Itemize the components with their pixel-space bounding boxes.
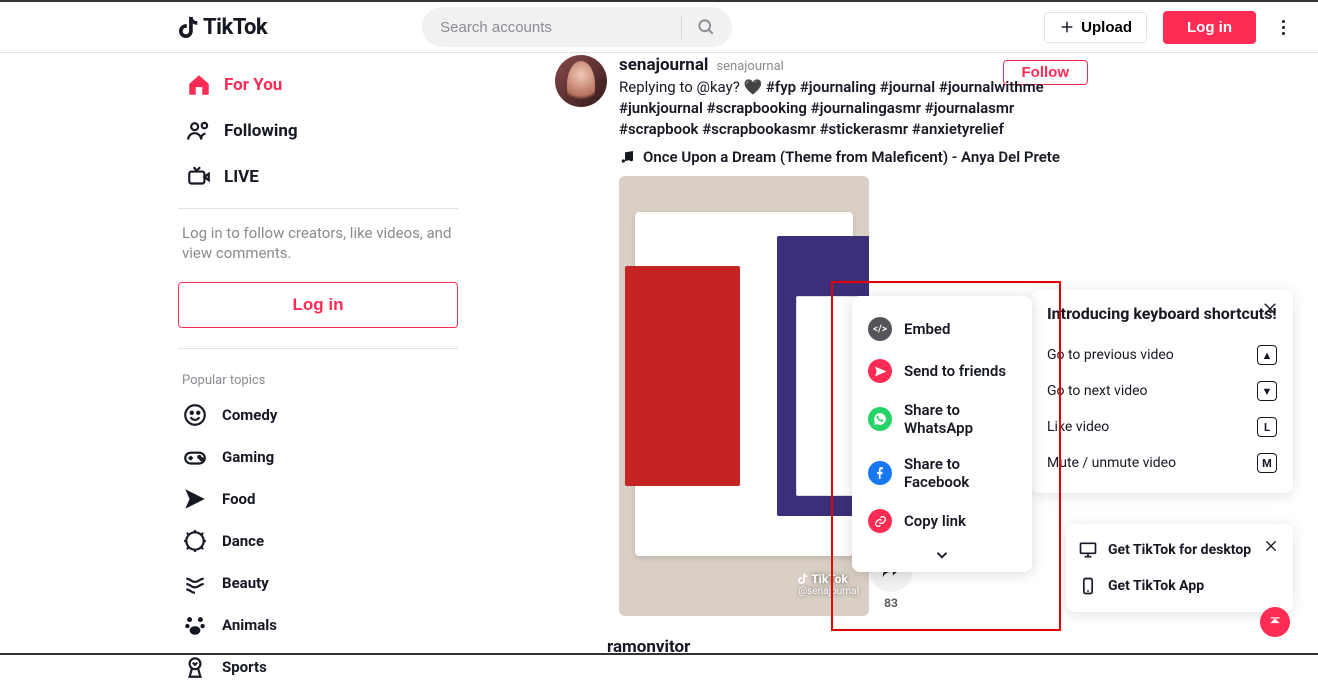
video-player[interactable]: TikTok @senajournal xyxy=(619,176,869,616)
topic-gaming[interactable]: Gaming xyxy=(178,436,458,478)
close-icon[interactable] xyxy=(1261,300,1281,320)
whatsapp-icon xyxy=(868,407,892,431)
author-display-name[interactable]: senajournal xyxy=(619,55,708,75)
topic-label: Beauty xyxy=(222,574,269,592)
topic-animals[interactable]: Animals xyxy=(178,604,458,646)
food-icon xyxy=(182,486,208,512)
share-label: Copy link xyxy=(904,512,966,530)
sidebar-login-button[interactable]: Log in xyxy=(178,282,458,328)
close-icon[interactable] xyxy=(1263,538,1281,556)
share-label: Embed xyxy=(904,320,950,338)
get-app[interactable]: Get TikTok App xyxy=(1078,568,1281,604)
topic-dance[interactable]: Dance xyxy=(178,520,458,562)
beauty-icon xyxy=(182,570,208,596)
topic-label: Gaming xyxy=(222,448,274,466)
topic-label: Comedy xyxy=(222,406,277,424)
sound-row[interactable]: Once Upon a Dream (Theme from Maleficent… xyxy=(619,148,1095,166)
get-desktop[interactable]: Get TikTok for desktop xyxy=(1078,532,1281,568)
topic-label: Animals xyxy=(222,616,277,634)
sound-title: Once Upon a Dream (Theme from Maleficent… xyxy=(643,148,1060,166)
embed-icon: </> xyxy=(868,317,892,341)
topic-sports[interactable]: Sports xyxy=(178,646,458,688)
share-count: 83 xyxy=(884,596,898,610)
comedy-icon xyxy=(182,402,208,428)
popular-topics-label: Popular topics xyxy=(178,373,458,388)
divider xyxy=(681,15,682,39)
following-icon xyxy=(186,118,212,144)
facebook-icon xyxy=(868,461,892,485)
upload-label: Upload xyxy=(1081,19,1132,36)
nav-label: For You xyxy=(224,75,282,95)
dl-label: Get TikTok App xyxy=(1108,578,1204,594)
topic-label: Food xyxy=(222,490,255,508)
topic-beauty[interactable]: Beauty xyxy=(178,562,458,604)
next-author-name[interactable]: ramonvitor xyxy=(607,637,690,657)
header-login-button[interactable]: Log in xyxy=(1163,11,1256,44)
topic-comedy[interactable]: Comedy xyxy=(178,394,458,436)
caption: Replying to @kay? 🖤 #fyp #journaling #jo… xyxy=(619,77,1095,140)
share-copy-link[interactable]: Copy link xyxy=(862,500,1022,542)
kb-prev: Go to previous video▲ xyxy=(1047,337,1277,373)
animals-icon xyxy=(182,612,208,638)
divider xyxy=(178,208,458,209)
share-embed[interactable]: </> Embed xyxy=(862,308,1022,350)
send-icon xyxy=(868,359,892,383)
brand-text: TikTok xyxy=(203,15,267,40)
header-actions: Upload Log in xyxy=(1044,11,1294,44)
key-down-icon: ▼ xyxy=(1257,381,1277,401)
key-m-icon: M xyxy=(1257,453,1277,473)
keyboard-shortcuts-card: Introducing keyboard shortcuts! Go to pr… xyxy=(1031,290,1293,493)
author-handle[interactable]: senajournal xyxy=(716,59,783,74)
caption-text: Replying to @kay? 🖤 xyxy=(619,78,766,96)
desktop-icon xyxy=(1078,540,1098,560)
music-icon xyxy=(619,149,635,165)
scroll-top-button[interactable] xyxy=(1260,607,1290,637)
search-input[interactable] xyxy=(440,19,677,36)
more-icon[interactable] xyxy=(1272,16,1294,38)
share-whatsapp[interactable]: Share to WhatsApp xyxy=(862,392,1022,446)
avatar[interactable] xyxy=(555,55,607,107)
search-bar[interactable] xyxy=(422,7,732,47)
tiktok-logo[interactable]: TikTok xyxy=(179,14,267,40)
kb-title: Introducing keyboard shortcuts! xyxy=(1047,304,1277,323)
nav-label: Following xyxy=(224,121,298,141)
share-more[interactable] xyxy=(862,542,1022,566)
live-icon xyxy=(186,164,212,190)
login-hint: Log in to follow creators, like videos, … xyxy=(178,223,458,264)
divider xyxy=(178,348,458,349)
link-icon xyxy=(868,509,892,533)
kb-next: Go to next video▼ xyxy=(1047,373,1277,409)
dl-label: Get TikTok for desktop xyxy=(1108,542,1251,558)
share-menu: </> Embed Send to friends Share to Whats… xyxy=(852,296,1032,572)
nav-live[interactable]: LIVE xyxy=(178,154,458,200)
dance-icon xyxy=(182,528,208,554)
sports-icon xyxy=(182,654,208,680)
kb-like: Like videoL xyxy=(1047,409,1277,445)
topic-food[interactable]: Food xyxy=(178,478,458,520)
sidebar: For You Following LIVE Log in to follow … xyxy=(178,56,458,646)
download-card: Get TikTok for desktop Get TikTok App xyxy=(1066,524,1293,612)
share-facebook[interactable]: Share to Facebook xyxy=(862,446,1022,500)
home-icon xyxy=(186,72,212,98)
kb-mute: Mute / unmute videoM xyxy=(1047,445,1277,481)
share-label: Share to Facebook xyxy=(904,455,1016,491)
video-watermark: TikTok @senajournal xyxy=(798,572,859,598)
mobile-icon xyxy=(1078,576,1098,596)
share-send-to-friends[interactable]: Send to friends xyxy=(862,350,1022,392)
gaming-icon xyxy=(182,444,208,470)
nav-label: LIVE xyxy=(224,167,259,187)
header: TikTok Upload Log in xyxy=(0,2,1318,53)
topic-label: Sports xyxy=(222,658,267,676)
share-label: Share to WhatsApp xyxy=(904,401,1016,437)
search-icon[interactable] xyxy=(686,9,726,45)
nav-for-you[interactable]: For You xyxy=(178,62,458,108)
key-l-icon: L xyxy=(1257,417,1277,437)
topic-label: Dance xyxy=(222,532,264,550)
nav-following[interactable]: Following xyxy=(178,108,458,154)
key-up-icon: ▲ xyxy=(1257,345,1277,365)
upload-button[interactable]: Upload xyxy=(1044,12,1147,43)
share-label: Send to friends xyxy=(904,362,1006,380)
